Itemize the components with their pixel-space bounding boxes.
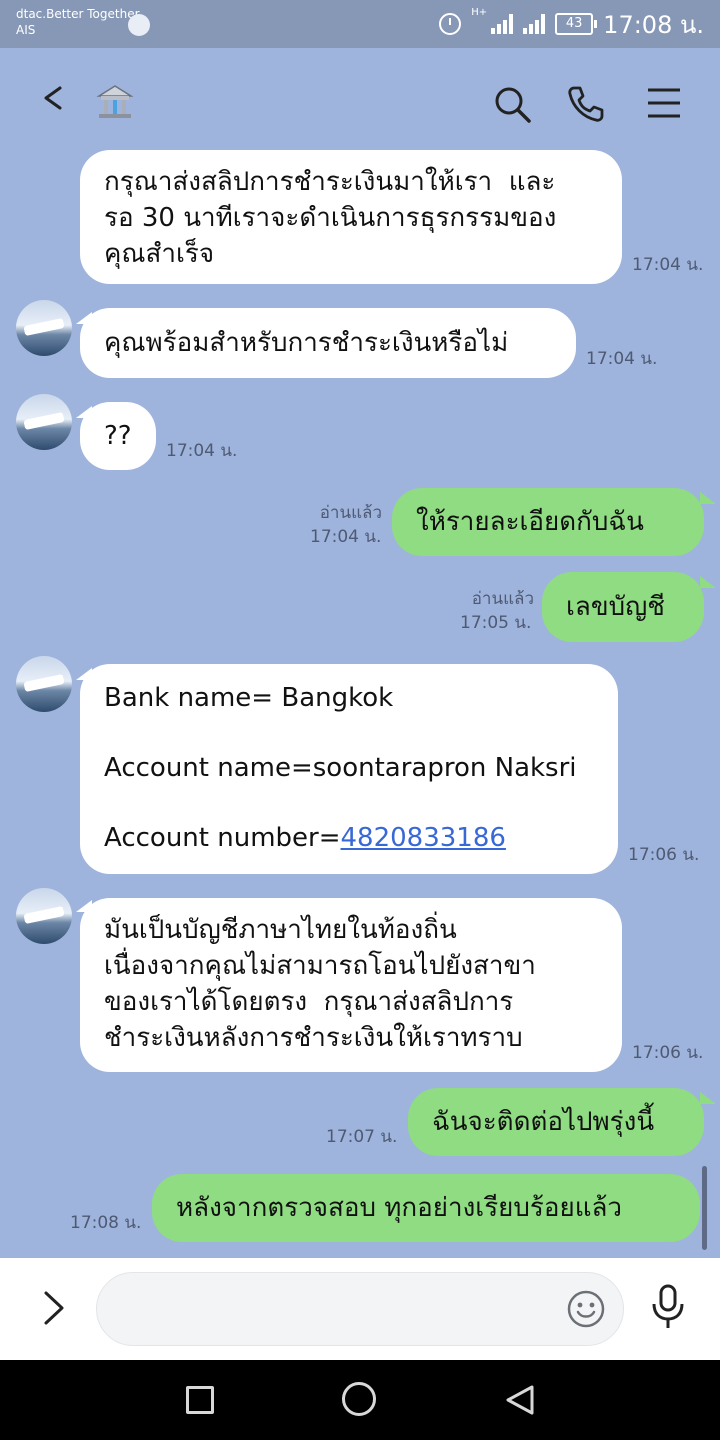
avatar[interactable] bbox=[16, 394, 72, 450]
read-receipt: อ่านแล้ว bbox=[471, 589, 534, 609]
carrier-line-1: dtac.Better Together bbox=[16, 7, 140, 21]
message-time: 17:06 น. bbox=[628, 845, 700, 865]
message-time: 17:04 น. bbox=[632, 255, 704, 275]
bubble-tail bbox=[700, 492, 716, 504]
account-name-line: Account name=soontarapron Naksri bbox=[104, 753, 577, 783]
carrier-line-2: AIS bbox=[16, 23, 36, 37]
message-bubble-outgoing[interactable]: ฉันจะติดต่อไปพรุ่งนี้ bbox=[408, 1088, 704, 1156]
bank-icon bbox=[96, 85, 134, 118]
message-bubble-outgoing[interactable]: เลขบัญชี bbox=[542, 572, 704, 642]
back-arrow-icon[interactable] bbox=[40, 86, 64, 110]
recent-apps-icon[interactable] bbox=[186, 1386, 214, 1414]
avatar[interactable] bbox=[16, 656, 72, 712]
status-icons: H+ 43 17:08 น. bbox=[439, 8, 704, 40]
alarm-icon bbox=[439, 13, 462, 35]
read-receipt: อ่านแล้ว bbox=[319, 503, 382, 523]
message-bubble-incoming[interactable]: มันเป็นบัญชีภาษาไทยในท้องถิ่น เนื่องจากค… bbox=[80, 898, 622, 1072]
bubble-tail bbox=[700, 1092, 716, 1104]
emoji-icon[interactable] bbox=[566, 1289, 606, 1329]
message-time: 17:04 น. bbox=[310, 527, 382, 547]
account-number-line: Account number=4820833186 bbox=[104, 820, 594, 856]
status-bar: dtac.Better Together AIS H+ 43 17:08 น. bbox=[0, 0, 720, 48]
message-bubble-outgoing[interactable]: หลังจากตรวจสอบ ทุกอย่างเรียบร้อยแล้ว bbox=[152, 1174, 700, 1242]
account-number-label: Account number= bbox=[104, 823, 341, 853]
battery-icon: 43 bbox=[555, 13, 598, 35]
home-icon[interactable] bbox=[342, 1382, 376, 1416]
phone-icon[interactable] bbox=[566, 84, 606, 124]
scrollbar[interactable] bbox=[702, 1166, 707, 1250]
microphone-icon[interactable] bbox=[650, 1284, 686, 1330]
chevron-right-icon[interactable] bbox=[42, 1290, 66, 1326]
bubble-tail bbox=[700, 576, 716, 588]
network-type: H+ bbox=[471, 7, 488, 18]
bank-name-line: Bank name= Bangkok bbox=[104, 683, 394, 713]
message-bubble-incoming[interactable]: กรุณาส่งสลิปการชำระเงินมาให้เรา และ รอ 3… bbox=[80, 150, 622, 284]
messenger-icon bbox=[128, 14, 150, 36]
avatar[interactable] bbox=[16, 888, 72, 944]
message-bubble-outgoing[interactable]: ให้รายละเอียดกับฉัน bbox=[392, 488, 704, 556]
nav-back-icon[interactable] bbox=[504, 1384, 536, 1416]
signal-icon-1 bbox=[491, 14, 514, 34]
carrier-info: dtac.Better Together AIS bbox=[16, 6, 140, 38]
account-number-link[interactable]: 4820833186 bbox=[341, 823, 506, 853]
message-bubble-incoming[interactable]: คุณพร้อมสำหรับการชำระเงินหรือไม่ bbox=[80, 308, 576, 378]
menu-icon[interactable] bbox=[646, 86, 682, 120]
search-icon[interactable] bbox=[492, 84, 532, 124]
message-time: 17:05 น. bbox=[460, 613, 532, 633]
avatar[interactable] bbox=[16, 300, 72, 356]
signal-icon-2 bbox=[523, 14, 546, 34]
message-time: 17:06 น. bbox=[632, 1043, 704, 1063]
message-bubble-incoming[interactable]: Bank name= Bangkok Account name=soontara… bbox=[80, 664, 618, 874]
message-bubble-incoming[interactable]: ?? bbox=[80, 402, 156, 470]
message-time: 17:04 น. bbox=[166, 441, 238, 461]
message-time: 17:08 น. bbox=[70, 1213, 142, 1233]
message-time: 17:07 น. bbox=[326, 1127, 398, 1147]
message-time: 17:04 น. bbox=[586, 349, 658, 369]
clock: 17:08 น. bbox=[603, 10, 704, 39]
message-input[interactable] bbox=[96, 1272, 624, 1346]
